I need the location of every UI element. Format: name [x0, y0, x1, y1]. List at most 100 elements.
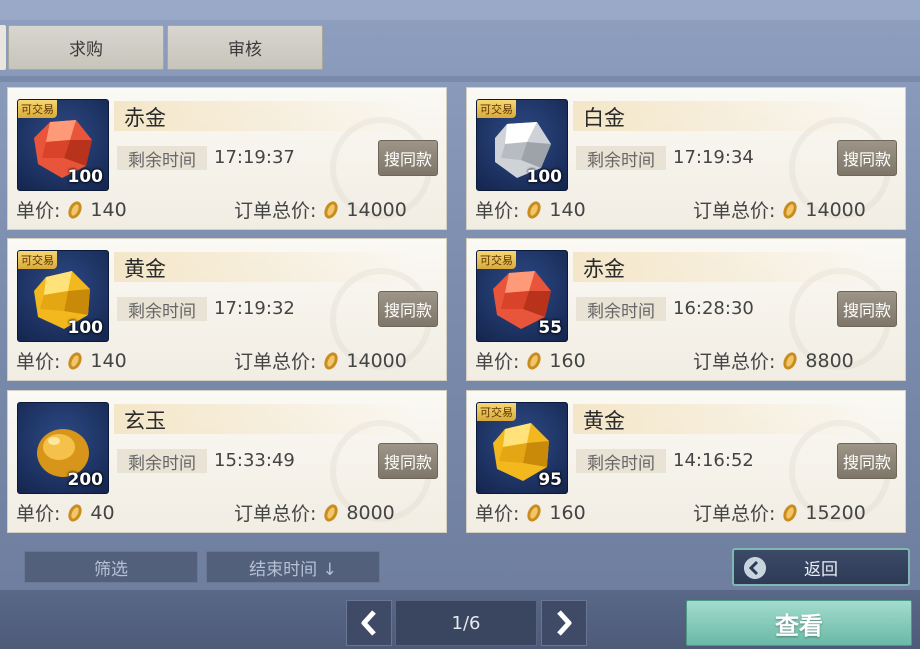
order-total-row: 订单总价: 14000	[234, 347, 407, 374]
unit-price-row: 单价: 140	[16, 196, 127, 223]
gold-coin-icon	[783, 503, 798, 522]
time-remaining-label: 剩余时间	[117, 449, 207, 474]
item-quantity: 200	[67, 470, 104, 490]
order-total-label: 订单总价:	[693, 351, 776, 373]
search-same-button[interactable]: 搜同款	[837, 140, 897, 176]
gold-coin-icon	[324, 351, 339, 370]
prev-page-button[interactable]	[346, 600, 392, 646]
gold-coin-icon	[527, 351, 542, 370]
listing-card[interactable]: 可交易 55 赤金 剩余时间 16:28:30 搜同款 单价: 160 订单总价…	[466, 238, 906, 381]
search-same-button[interactable]: 搜同款	[837, 443, 897, 479]
unit-price-row: 单价: 160	[475, 347, 586, 374]
time-remaining-value: 15:33:49	[214, 450, 295, 471]
gold-coin-icon	[324, 503, 339, 522]
unit-price-row: 单价: 140	[16, 347, 127, 374]
time-remaining-value: 14:16:52	[673, 450, 754, 471]
order-total-label: 订单总价:	[234, 503, 317, 525]
tradable-tag: 可交易	[18, 100, 57, 118]
next-page-button[interactable]	[541, 600, 587, 646]
top-strip	[0, 0, 920, 20]
tradable-tag: 可交易	[477, 100, 516, 118]
item-name: 赤金	[124, 106, 166, 130]
tradable-tag: 可交易	[477, 403, 516, 421]
time-remaining-value: 17:19:37	[214, 147, 295, 168]
time-remaining-label: 剩余时间	[576, 449, 666, 474]
item-icon-box[interactable]: 可交易 95	[476, 402, 568, 494]
back-arrow-icon	[744, 557, 766, 579]
gold-coin-icon	[783, 351, 798, 370]
item-quantity: 100	[526, 167, 563, 187]
time-remaining-label: 剩余时间	[576, 146, 666, 171]
order-total-row: 订单总价: 14000	[234, 196, 407, 223]
gold-coin-icon	[527, 503, 542, 522]
listing-card[interactable]: 200 玄玉 剩余时间 15:33:49 搜同款 单价: 40 订单总价: 80…	[7, 390, 447, 533]
time-remaining-label: 剩余时间	[117, 146, 207, 171]
listing-card[interactable]: 可交易 95 黄金 剩余时间 14:16:52 搜同款 单价: 160 订单总价…	[466, 390, 906, 533]
item-icon-box[interactable]: 可交易 100	[17, 99, 109, 191]
order-total-label: 订单总价:	[693, 503, 776, 525]
unit-price-label: 单价:	[475, 503, 520, 525]
search-same-button[interactable]: 搜同款	[378, 443, 438, 479]
return-button[interactable]: 返回	[732, 548, 910, 586]
order-total-label: 订单总价:	[234, 351, 317, 373]
unit-price-label: 单价:	[16, 351, 61, 373]
unit-price-value: 140	[549, 198, 586, 221]
order-total-value: 14000	[805, 198, 866, 221]
filter-button[interactable]: 筛选	[24, 551, 198, 583]
unit-price-value: 40	[90, 501, 115, 524]
gold-coin-icon	[783, 200, 798, 219]
gold-coin-icon	[527, 200, 542, 219]
search-same-button[interactable]: 搜同款	[378, 140, 438, 176]
listing-card[interactable]: 可交易 100 黄金 剩余时间 17:19:32 搜同款 单价: 140 订单总…	[7, 238, 447, 381]
chevron-left-icon	[361, 610, 376, 636]
unit-price-label: 单价:	[16, 200, 61, 222]
time-remaining-label: 剩余时间	[576, 297, 666, 322]
time-remaining-label: 剩余时间	[117, 297, 207, 322]
unit-price-value: 160	[549, 349, 586, 372]
order-total-label: 订单总价:	[234, 200, 317, 222]
item-quantity: 95	[538, 470, 562, 490]
item-icon-box[interactable]: 可交易 100	[17, 250, 109, 342]
item-name: 白金	[583, 106, 625, 130]
order-total-row: 订单总价: 8000	[234, 499, 395, 526]
chevron-right-icon	[557, 610, 572, 636]
order-total-row: 订单总价: 14000	[693, 196, 866, 223]
tab-left-edge[interactable]	[0, 25, 6, 70]
search-same-button[interactable]: 搜同款	[378, 291, 438, 327]
item-name: 黄金	[583, 409, 625, 433]
item-name: 黄金	[124, 257, 166, 281]
order-total-row: 订单总价: 15200	[693, 499, 866, 526]
order-total-label: 订单总价:	[693, 200, 776, 222]
view-button[interactable]: 查看	[686, 600, 912, 646]
unit-price-value: 140	[90, 198, 127, 221]
order-total-value: 8000	[346, 501, 395, 524]
unit-price-row: 单价: 40	[16, 499, 115, 526]
order-total-row: 订单总价: 8800	[693, 347, 854, 374]
tab-review-label: 审核	[228, 40, 262, 60]
time-remaining-value: 17:19:34	[673, 147, 754, 168]
order-total-value: 14000	[346, 349, 407, 372]
panel-divider	[0, 76, 920, 82]
item-quantity: 100	[67, 318, 104, 338]
gold-coin-icon	[68, 503, 83, 522]
unit-price-label: 单价:	[475, 351, 520, 373]
item-icon-box[interactable]: 可交易 100	[476, 99, 568, 191]
gold-coin-icon	[324, 200, 339, 219]
sort-end-time-button[interactable]: 结束时间 ↓	[206, 551, 380, 583]
order-total-value: 8800	[805, 349, 854, 372]
gold-coin-icon	[68, 200, 83, 219]
unit-price-label: 单价:	[475, 200, 520, 222]
unit-price-row: 单价: 160	[475, 499, 586, 526]
item-icon-box[interactable]: 可交易 55	[476, 250, 568, 342]
tab-review[interactable]: 审核	[167, 25, 323, 70]
search-same-button[interactable]: 搜同款	[837, 291, 897, 327]
time-remaining-value: 17:19:32	[214, 298, 295, 319]
tab-purchase[interactable]: 求购	[8, 25, 164, 70]
item-quantity: 55	[538, 318, 562, 338]
tradable-tag: 可交易	[477, 251, 516, 269]
tradable-tag: 可交易	[18, 251, 57, 269]
item-icon-box[interactable]: 200	[17, 402, 109, 494]
listing-card[interactable]: 可交易 100 赤金 剩余时间 17:19:37 搜同款 单价: 140 订单总…	[7, 87, 447, 230]
unit-price-value: 160	[549, 501, 586, 524]
listing-card[interactable]: 可交易 100 白金 剩余时间 17:19:34 搜同款 单价: 140 订单总…	[466, 87, 906, 230]
